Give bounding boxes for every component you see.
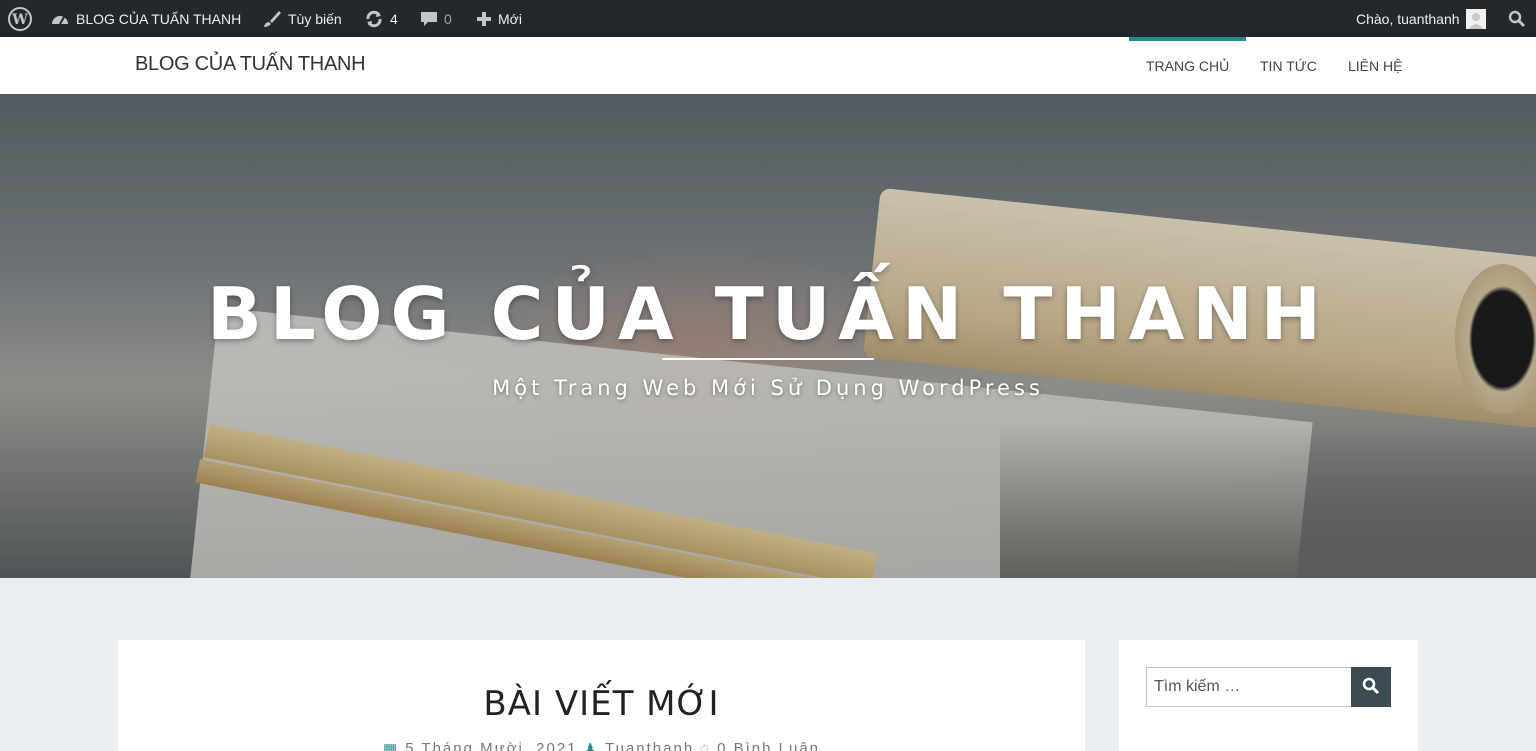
brush-icon — [262, 9, 282, 29]
admin-updates-link[interactable]: 4 — [364, 0, 398, 37]
nav-item-contact[interactable]: LIÊN HỆ — [1348, 37, 1402, 94]
post-comments[interactable]: 0 Bình Luận — [717, 740, 820, 751]
plus-icon — [476, 11, 492, 27]
post-meta: ▦ 5 Tháng Mười, 2021 ♟ Tuanthanh ◌ 0 Bìn… — [118, 740, 1085, 751]
hero-tagline: Một Trang Web Mới Sử Dụng WordPress — [492, 376, 1044, 400]
admin-new-label: Mới — [498, 10, 522, 27]
nav-item-home[interactable]: TRANG CHỦ — [1128, 37, 1247, 94]
site-header: BLOG CỦA TUẤN THANH TRANG CHỦ TIN TỨC LI… — [0, 37, 1536, 94]
sidebar-search-widget — [1119, 640, 1418, 751]
post-card: BÀI VIẾT MỚI ▦ 5 Tháng Mười, 2021 ♟ Tuan… — [118, 640, 1085, 751]
comments-icon: ◌ — [700, 740, 712, 751]
search-icon — [1508, 10, 1526, 28]
wordpress-logo-button[interactable]: W — [8, 0, 32, 37]
search-submit-button[interactable] — [1351, 667, 1391, 707]
post-author[interactable]: Tuanthanh — [605, 740, 694, 751]
hero-title: BLOG CỦA TUẤN THANH — [207, 272, 1329, 356]
nav-item-news[interactable]: TIN TỨC — [1260, 37, 1317, 94]
admin-site-name-link[interactable]: BLOG CỦA TUẤN THANH — [50, 0, 241, 37]
admin-comments-count: 0 — [444, 10, 452, 27]
dashboard-icon — [50, 10, 70, 28]
admin-customize-label: Tùy biến — [288, 10, 342, 27]
calendar-icon: ▦ — [383, 741, 400, 751]
wordpress-icon: W — [8, 6, 32, 31]
site-title-link[interactable]: BLOG CỦA TUẤN THANH — [135, 53, 366, 76]
search-icon — [1362, 677, 1380, 698]
user-icon: ♟ — [583, 741, 599, 751]
hero-divider — [662, 358, 874, 360]
search-input[interactable] — [1146, 667, 1352, 707]
admin-bar: W BLOG CỦA TUẤN THANH Tùy biến 4 0 Mới C… — [0, 0, 1536, 37]
svg-text:W: W — [11, 12, 28, 28]
avatar — [1465, 8, 1486, 29]
post-date[interactable]: 5 Tháng Mười, 2021 — [405, 740, 577, 751]
admin-comments-link[interactable]: 0 — [420, 0, 452, 37]
admin-greeting: Chào, tuanthanh — [1356, 10, 1460, 27]
admin-site-name: BLOG CỦA TUẤN THANH — [76, 10, 242, 27]
post-title-link[interactable]: BÀI VIẾT MỚI — [118, 684, 1085, 724]
admin-search-button[interactable] — [1508, 0, 1526, 37]
comment-icon — [420, 10, 438, 28]
hero-banner: BLOG CỦA TUẤN THANH Một Trang Web Mới Sử… — [0, 94, 1536, 578]
admin-customize-link[interactable]: Tùy biến — [262, 0, 342, 37]
admin-updates-count: 4 — [390, 10, 398, 27]
admin-new-link[interactable]: Mới — [476, 0, 522, 37]
admin-account-link[interactable]: Chào, tuanthanh — [1356, 0, 1486, 37]
refresh-icon — [364, 9, 384, 29]
